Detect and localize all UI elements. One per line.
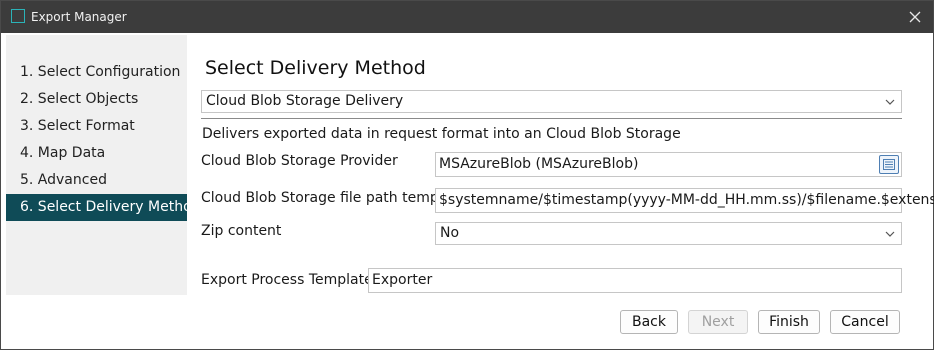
cancel-button[interactable]: Cancel — [830, 310, 900, 334]
export-manager-window: Export Manager 1. Select Configuration 2… — [0, 0, 934, 350]
provider-label: Cloud Blob Storage Provider — [201, 153, 398, 169]
divider — [201, 118, 902, 119]
chevron-down-icon — [885, 231, 895, 237]
path-template-input[interactable]: $systemname/$timestamp(yyyy-MM-dd_HH.mm.… — [435, 188, 934, 213]
path-template-label: Cloud Blob Storage file path template — [201, 190, 466, 206]
zip-content-value: No — [440, 225, 460, 241]
browse-icon — [883, 159, 895, 170]
delivery-method-select[interactable]: Cloud Blob Storage Delivery — [201, 90, 902, 113]
finish-button[interactable]: Finish — [758, 310, 820, 334]
zip-content-label: Zip content — [201, 223, 282, 239]
step-select-format[interactable]: 3. Select Format — [6, 113, 187, 140]
path-template-value: $systemname/$timestamp(yyyy-MM-dd_HH.mm.… — [439, 192, 934, 208]
step-select-delivery-method[interactable]: 6. Select Delivery Method — [6, 194, 201, 221]
close-icon — [909, 11, 921, 23]
step-select-configuration[interactable]: 1. Select Configuration — [6, 59, 187, 86]
provider-field[interactable]: MSAzureBlob (MSAzureBlob) — [435, 152, 902, 177]
next-button[interactable]: Next — [688, 310, 748, 334]
wizard-steps-sidebar: 1. Select Configuration 2. Select Object… — [6, 35, 201, 295]
page-title: Select Delivery Method — [205, 57, 426, 79]
step-advanced[interactable]: 5. Advanced — [6, 167, 187, 194]
chevron-down-icon — [885, 99, 895, 105]
window-title: Export Manager — [31, 10, 127, 24]
step-select-objects[interactable]: 2. Select Objects — [6, 86, 187, 113]
delivery-method-value: Cloud Blob Storage Delivery — [206, 93, 404, 109]
export-template-label: Export Process Template: — [201, 272, 378, 288]
export-template-value: Exporter — [372, 272, 433, 288]
export-template-input[interactable]: Exporter — [368, 268, 902, 293]
provider-browse-button[interactable] — [879, 155, 899, 174]
provider-value: MSAzureBlob (MSAzureBlob) — [439, 156, 639, 172]
window-icon — [11, 9, 25, 23]
close-button[interactable] — [903, 5, 927, 29]
step-map-data[interactable]: 4. Map Data — [6, 140, 187, 167]
back-button[interactable]: Back — [620, 310, 678, 334]
title-bar: Export Manager — [1, 1, 933, 33]
delivery-description: Delivers exported data in request format… — [202, 126, 681, 142]
zip-content-select[interactable]: No — [435, 222, 902, 245]
